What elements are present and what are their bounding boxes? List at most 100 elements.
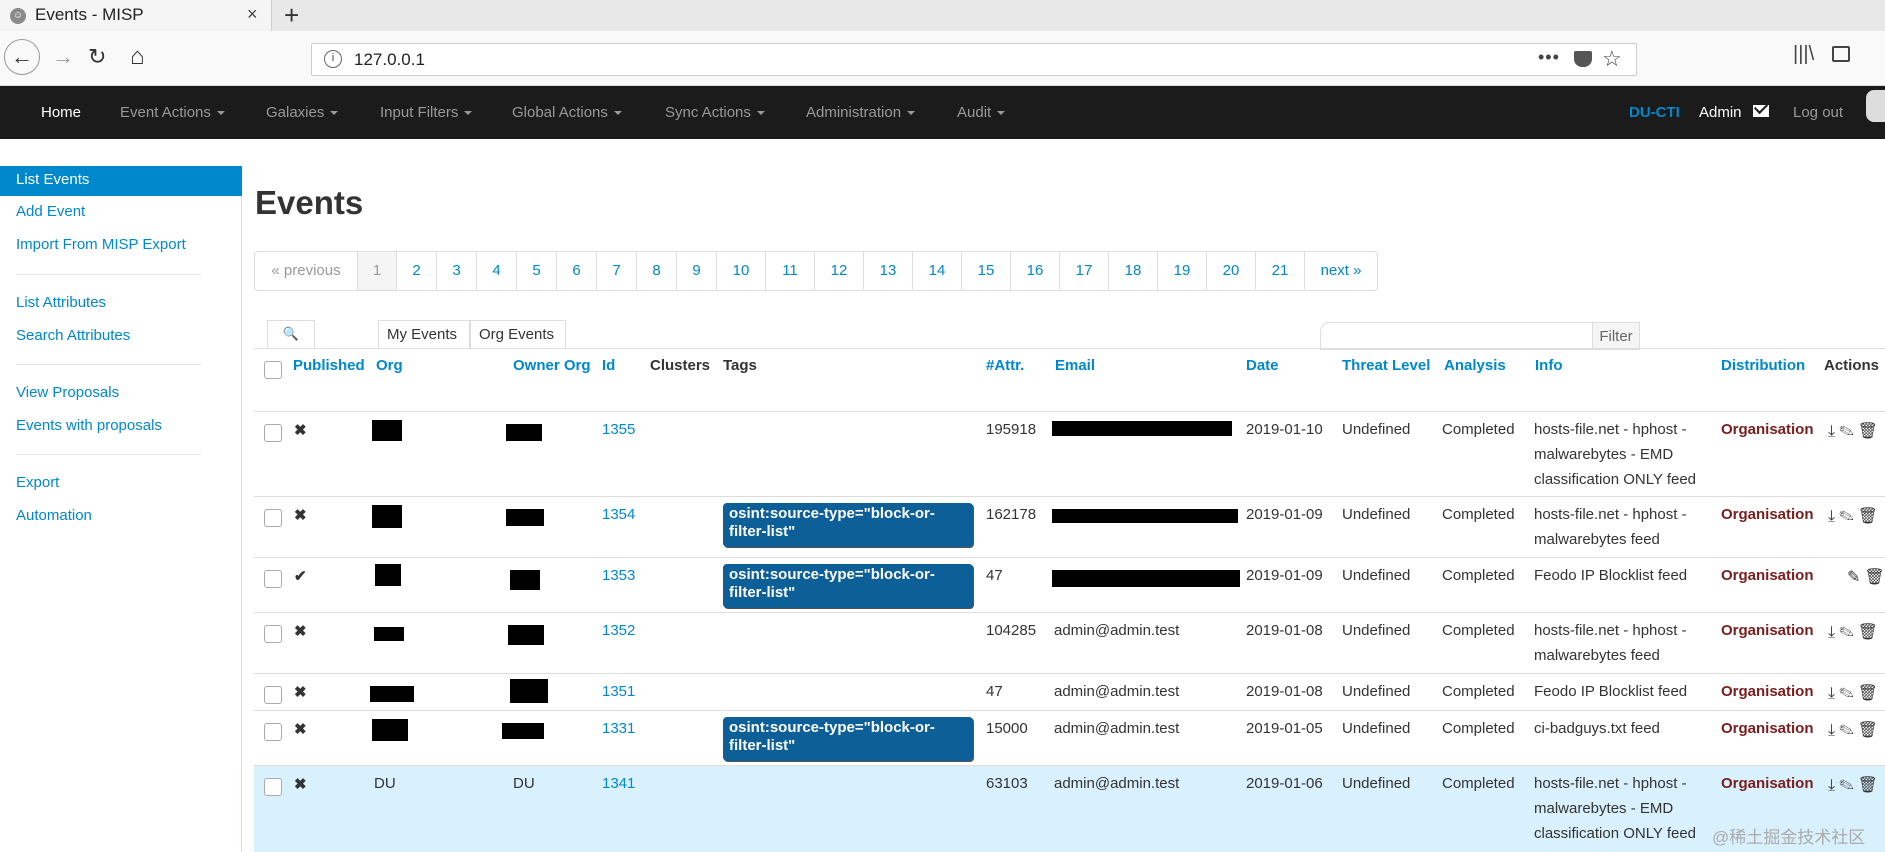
row-checkbox[interactable] bbox=[264, 686, 282, 704]
sidebar-item-list-events[interactable]: List Events bbox=[0, 166, 242, 196]
table-row[interactable]: ✖ DU DU 1341 63103 admin@admin.test 2019… bbox=[254, 765, 1885, 852]
pocket-icon[interactable] bbox=[1574, 51, 1592, 67]
table-row[interactable]: ✖ 1331 osint:source-type="block-or-filte… bbox=[254, 710, 1885, 765]
back-icon[interactable]: ← bbox=[4, 39, 40, 75]
bookmark-star-icon[interactable]: ☆ bbox=[1602, 46, 1622, 72]
sidebar-item-list-attributes[interactable]: List Attributes bbox=[16, 294, 106, 311]
mail-icon[interactable] bbox=[1753, 105, 1769, 117]
event-id-link[interactable]: 1353 bbox=[602, 567, 635, 584]
page-link[interactable]: 3 bbox=[437, 252, 477, 290]
new-tab-button[interactable]: + bbox=[284, 0, 299, 30]
th-id[interactable]: Id bbox=[602, 357, 615, 374]
sidebar-item-add-event[interactable]: Add Event bbox=[16, 203, 85, 220]
search-toggle[interactable]: 🔍 bbox=[267, 320, 315, 348]
sidebar-item-search-attributes[interactable]: Search Attributes bbox=[16, 327, 130, 344]
nav-galaxies[interactable]: Galaxies bbox=[266, 104, 339, 121]
sidebar-item-automation[interactable]: Automation bbox=[16, 507, 92, 524]
url-bar[interactable]: i 127.0.0.1 ••• ☆ bbox=[311, 43, 1637, 76]
row-actions-icons[interactable]: ⤓✎🗑 bbox=[1828, 775, 1882, 795]
page-link[interactable]: 11 bbox=[766, 252, 815, 290]
browser-tab[interactable]: ☺ Events - MISP × bbox=[0, 0, 272, 31]
page-link[interactable]: 20 bbox=[1207, 252, 1256, 290]
sidebar-item-export[interactable]: Export bbox=[16, 474, 59, 491]
page-link[interactable]: 19 bbox=[1158, 252, 1207, 290]
page-link[interactable]: 12 bbox=[815, 252, 864, 290]
distribution-link[interactable]: Organisation bbox=[1721, 622, 1814, 639]
page-link[interactable]: 2 bbox=[397, 252, 437, 290]
page-link[interactable]: 5 bbox=[517, 252, 557, 290]
nav-administration[interactable]: Administration bbox=[806, 104, 916, 121]
event-id-link[interactable]: 1352 bbox=[602, 622, 635, 639]
event-id-link[interactable]: 1354 bbox=[602, 506, 635, 523]
th-date[interactable]: Date bbox=[1246, 357, 1279, 374]
row-checkbox[interactable] bbox=[264, 723, 282, 741]
close-tab-icon[interactable]: × bbox=[247, 4, 258, 25]
row-actions-icons[interactable]: ⤓✎🗑 bbox=[1828, 622, 1882, 642]
tag-badge[interactable]: osint:source-type="block-or-filter-list" bbox=[723, 503, 973, 547]
tag-badge[interactable]: osint:source-type="block-or-filter-list" bbox=[723, 564, 973, 608]
org-label[interactable]: DU-CTI bbox=[1629, 104, 1680, 121]
page-link[interactable]: 1 bbox=[358, 252, 397, 290]
table-row[interactable]: ✖ 1352 104285 admin@admin.test 2019-01-0… bbox=[254, 612, 1885, 673]
home-icon[interactable]: ⌂ bbox=[130, 44, 145, 70]
event-id-link[interactable]: 1331 bbox=[602, 720, 635, 737]
info-icon[interactable]: i bbox=[324, 50, 342, 68]
select-all-checkbox[interactable] bbox=[264, 361, 282, 379]
page-link[interactable]: 8 bbox=[637, 252, 677, 290]
row-checkbox[interactable] bbox=[264, 778, 282, 796]
table-row[interactable]: ✖ 1351 47 admin@admin.test 2019-01-08 Un… bbox=[254, 673, 1885, 710]
nav-event-actions[interactable]: Event Actions bbox=[120, 104, 225, 121]
nav-input-filters[interactable]: Input Filters bbox=[380, 104, 473, 121]
page-link[interactable]: 14 bbox=[913, 252, 962, 290]
tab-my-events[interactable]: My Events bbox=[378, 320, 470, 348]
nav-sync-actions[interactable]: Sync Actions bbox=[665, 104, 765, 121]
th-org[interactable]: Org bbox=[376, 357, 403, 374]
filter-input[interactable] bbox=[1320, 322, 1595, 350]
page-link[interactable]: 18 bbox=[1109, 252, 1158, 290]
page-link[interactable]: 21 bbox=[1256, 252, 1305, 290]
row-checkbox[interactable] bbox=[264, 625, 282, 643]
th-info[interactable]: Info bbox=[1535, 357, 1563, 374]
event-id-link[interactable]: 1341 bbox=[602, 775, 635, 792]
page-previous[interactable]: « previous bbox=[255, 252, 358, 290]
distribution-link[interactable]: Organisation bbox=[1721, 720, 1814, 737]
th-threat-level[interactable]: Threat Level bbox=[1342, 357, 1430, 374]
row-checkbox[interactable] bbox=[264, 570, 282, 588]
sidebar-item-events-with-proposals[interactable]: Events with proposals bbox=[16, 417, 162, 434]
sidebar-toggle-icon[interactable] bbox=[1832, 46, 1850, 62]
table-row[interactable]: ✔ 1353 osint:source-type="block-or-filte… bbox=[254, 557, 1885, 612]
tab-org-events[interactable]: Org Events bbox=[470, 320, 566, 348]
table-row[interactable]: ✖ 1355 195918 2019-01-10 Undefined Compl… bbox=[254, 411, 1885, 496]
forward-icon[interactable]: → bbox=[52, 44, 74, 70]
distribution-link[interactable]: Organisation bbox=[1721, 683, 1814, 700]
user-label[interactable]: Admin bbox=[1699, 104, 1742, 121]
page-link[interactable]: 13 bbox=[864, 252, 913, 290]
nav-global-actions[interactable]: Global Actions bbox=[512, 104, 622, 121]
page-next[interactable]: next » bbox=[1305, 252, 1377, 290]
url-text[interactable]: 127.0.0.1 bbox=[354, 50, 425, 70]
row-checkbox[interactable] bbox=[264, 509, 282, 527]
browser-avatar-icon[interactable] bbox=[1866, 90, 1885, 122]
page-link[interactable]: 16 bbox=[1011, 252, 1060, 290]
th-owner-org[interactable]: Owner Org bbox=[513, 357, 591, 374]
page-actions-icon[interactable]: ••• bbox=[1538, 47, 1560, 68]
distribution-link[interactable]: Organisation bbox=[1721, 567, 1814, 584]
th-published[interactable]: Published bbox=[293, 357, 365, 374]
sidebar-item-import-misp[interactable]: Import From MISP Export bbox=[16, 236, 186, 253]
row-actions-icons[interactable]: ⤓✎🗑 bbox=[1828, 720, 1882, 740]
page-link[interactable]: 4 bbox=[477, 252, 517, 290]
library-icon[interactable]: |||\ bbox=[1793, 43, 1814, 66]
reload-icon[interactable]: ↻ bbox=[88, 44, 106, 70]
event-id-link[interactable]: 1355 bbox=[602, 421, 635, 438]
th-attr-count[interactable]: #Attr. bbox=[986, 357, 1024, 374]
distribution-link[interactable]: Organisation bbox=[1721, 421, 1814, 438]
th-distribution[interactable]: Distribution bbox=[1721, 357, 1805, 374]
distribution-link[interactable]: Organisation bbox=[1721, 775, 1814, 792]
tag-badge[interactable]: osint:source-type="block-or-filter-list" bbox=[723, 717, 973, 761]
row-actions-icons[interactable]: ✎🗑 bbox=[1847, 567, 1885, 587]
th-analysis[interactable]: Analysis bbox=[1444, 357, 1506, 374]
sidebar-item-view-proposals[interactable]: View Proposals bbox=[16, 384, 119, 401]
logout-link[interactable]: Log out bbox=[1793, 104, 1843, 121]
page-link[interactable]: 9 bbox=[677, 252, 717, 290]
event-id-link[interactable]: 1351 bbox=[602, 683, 635, 700]
